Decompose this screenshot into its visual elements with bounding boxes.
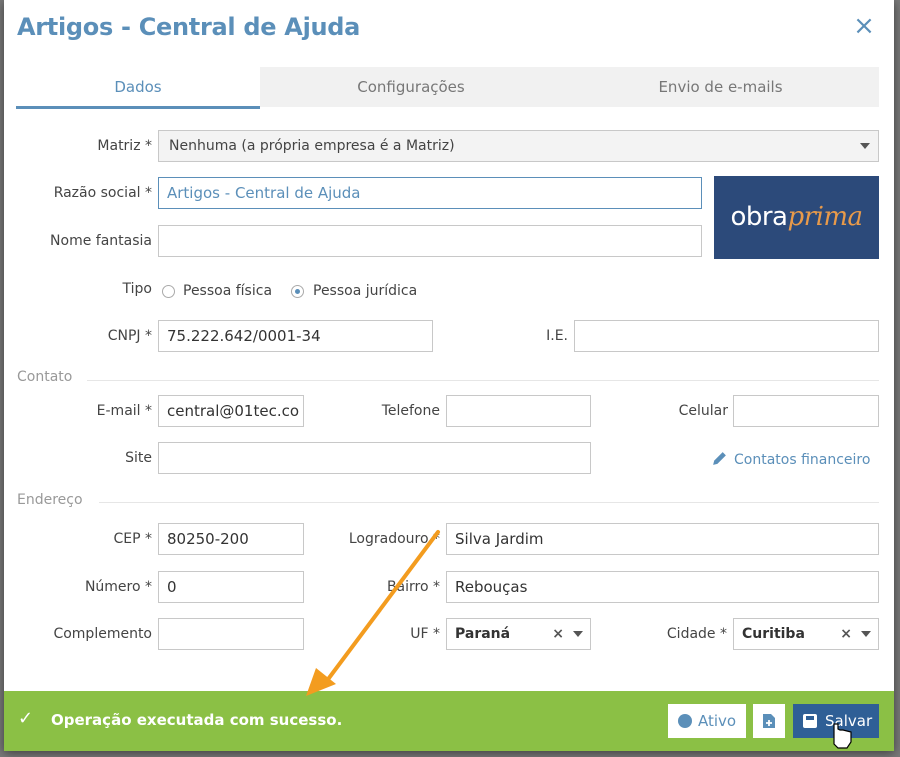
clear-icon[interactable]: ×	[552, 619, 564, 649]
save-disk-icon	[803, 714, 817, 728]
matriz-value: Nenhuma (a própria empresa é a Matriz)	[169, 138, 455, 154]
cnpj-label: CNPJ *	[107, 328, 152, 344]
modal-dialog: Artigos - Central de Ajuda × Dados Confi…	[4, 0, 894, 751]
contatos-financeiro-label: Contatos financeiro	[734, 452, 871, 468]
chevron-down-icon	[573, 631, 583, 637]
tab-dados[interactable]: Dados	[16, 67, 260, 109]
clear-icon[interactable]: ×	[840, 619, 852, 649]
cidade-select[interactable]: Curitiba ×	[733, 618, 879, 650]
celular-label: Celular	[678, 403, 728, 419]
complemento-label: Complemento	[53, 626, 152, 642]
dialog-title: Artigos - Central de Ajuda	[17, 13, 361, 41]
email-label: E-mail *	[96, 403, 152, 419]
email-input[interactable]: central@01tec.co	[158, 395, 304, 427]
ie-label: I.E.	[546, 328, 568, 344]
ie-input[interactable]	[574, 320, 879, 352]
nome-fantasia-input[interactable]	[158, 225, 702, 257]
bairro-input[interactable]: Rebouças	[446, 571, 879, 603]
razao-social-label: Razão social *	[53, 185, 152, 201]
ativo-button[interactable]: Ativo	[668, 704, 746, 738]
bairro-label: Bairro *	[386, 579, 440, 595]
uf-label: UF *	[410, 626, 440, 642]
cidade-label: Cidade *	[666, 626, 727, 642]
contatos-financeiro-link[interactable]: Contatos financeiro	[711, 450, 870, 468]
site-input[interactable]	[158, 442, 591, 474]
logo-text-prima: prima	[787, 202, 864, 232]
success-message: Operação executada com sucesso.	[51, 711, 343, 729]
salvar-label: Salvar	[825, 712, 873, 730]
telefone-label: Telefone	[381, 403, 440, 419]
success-footer: ✓ Operação executada com sucesso. Ativo …	[4, 691, 894, 751]
cep-label: CEP *	[113, 531, 152, 547]
pessoa-juridica-label: Pessoa jurídica	[313, 283, 418, 299]
circle-icon	[678, 714, 692, 728]
logradouro-input[interactable]: Silva Jardim	[446, 523, 879, 555]
radio-pessoa-fisica[interactable]	[162, 285, 175, 298]
uf-select[interactable]: Paraná ×	[446, 618, 591, 650]
nome-fantasia-label: Nome fantasia	[50, 233, 152, 249]
tab-envio-emails[interactable]: Envio de e-mails	[562, 67, 879, 107]
complemento-input[interactable]	[158, 618, 304, 650]
telefone-input[interactable]	[446, 395, 591, 427]
close-icon[interactable]: ×	[852, 13, 876, 39]
company-logo: obraprima	[714, 176, 879, 259]
cep-input[interactable]: 80250-200	[158, 523, 304, 555]
salvar-button[interactable]: Salvar	[793, 704, 879, 738]
divider	[99, 502, 879, 503]
logradouro-label: Logradouro *	[348, 531, 440, 547]
matriz-label: Matriz *	[97, 138, 152, 154]
ativo-label: Ativo	[698, 712, 737, 730]
cidade-value: Curitiba	[742, 626, 805, 642]
uf-value: Paraná	[455, 626, 511, 642]
chevron-down-icon	[860, 143, 870, 149]
site-label: Site	[125, 450, 152, 466]
numero-input[interactable]: 0	[158, 571, 304, 603]
numero-label: Número *	[84, 579, 152, 595]
chevron-down-icon	[861, 631, 871, 637]
tipo-label: Tipo	[122, 281, 152, 297]
tab-bar: Dados Configurações Envio de e-mails	[16, 67, 879, 109]
document-plus-icon	[763, 714, 775, 728]
logo-text-obra: obra	[730, 202, 788, 232]
pessoa-fisica-label: Pessoa física	[183, 283, 273, 299]
cnpj-input[interactable]: 75.222.642/0001-34	[158, 320, 433, 352]
razao-social-input[interactable]: Artigos - Central de Ajuda	[158, 177, 702, 209]
endereco-section-title: Endereço	[17, 492, 83, 508]
check-icon: ✓	[18, 708, 34, 729]
tab-configuracoes[interactable]: Configurações	[260, 67, 562, 107]
contato-section-title: Contato	[17, 369, 73, 385]
document-button[interactable]	[753, 704, 785, 738]
matriz-select[interactable]: Nenhuma (a própria empresa é a Matriz)	[158, 130, 879, 162]
pencil-icon	[713, 452, 726, 465]
divider	[87, 380, 879, 381]
radio-pessoa-juridica[interactable]	[291, 285, 304, 298]
celular-input[interactable]	[733, 395, 879, 427]
